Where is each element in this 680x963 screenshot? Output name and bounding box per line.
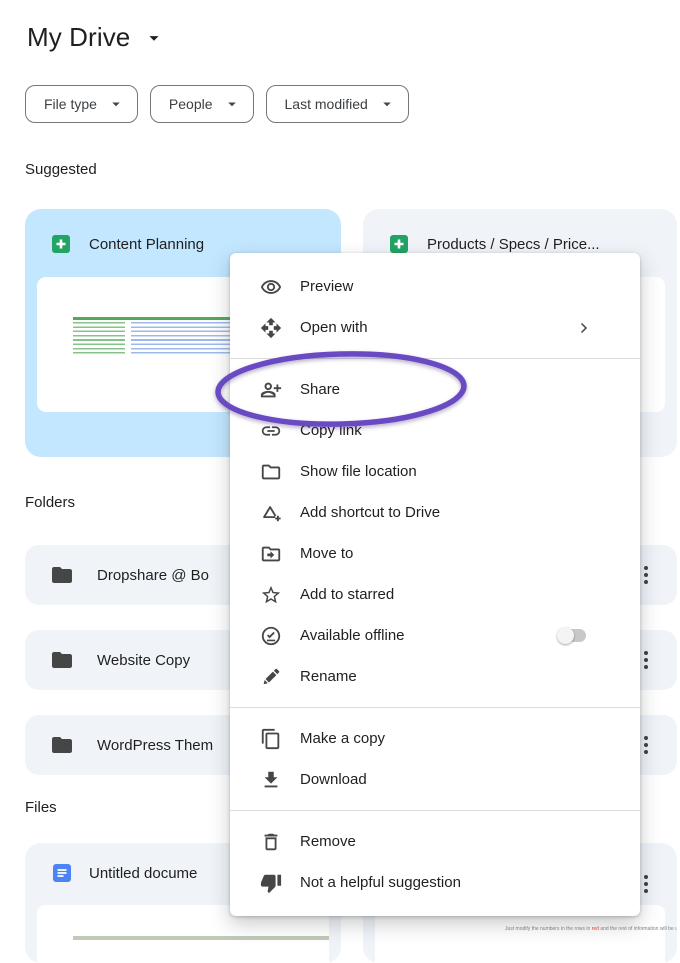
menu-item-make-a-copy[interactable]: Make a copy [230,718,640,759]
folder-icon [50,563,74,587]
files-heading: Files [25,799,57,816]
chevron-down-icon [378,95,396,113]
folder-name: Website Copy [97,652,190,669]
person-add-icon [260,379,282,401]
menu-separator [230,707,640,708]
file-name: Untitled docume [89,865,197,882]
filter-chip-bar: File type People Last modified [25,85,409,123]
card-title: Products / Specs / Price... [427,236,600,253]
download-icon [260,769,282,791]
filter-chip-last-modified[interactable]: Last modified [266,85,409,123]
card-title: Content Planning [89,236,204,253]
menu-item-open-with[interactable]: Open with [230,307,640,348]
folder-name: WordPress Them [97,737,213,754]
eye-icon [260,276,282,298]
pencil-icon [260,666,282,688]
chevron-down-icon [143,27,165,49]
sheets-icon [389,234,409,254]
folders-heading: Folders [25,494,75,511]
filter-chip-people[interactable]: People [150,85,254,123]
folder-icon [50,648,74,672]
menu-separator [230,358,640,359]
my-drive-dropdown[interactable]: My Drive [27,22,165,53]
open-with-icon [260,317,282,339]
folder-name: Dropshare @ Bo [97,567,209,584]
add-to-drive-icon [260,502,282,524]
folder-icon [260,461,282,483]
menu-item-not-a-helpful-suggestion[interactable]: Not a helpful suggestion [230,862,640,903]
more-options-icon[interactable] [639,649,653,671]
thumb-down-icon [260,872,282,894]
filter-chip-file-type[interactable]: File type [25,85,138,123]
page-title: My Drive [27,22,130,53]
star-icon [260,584,282,606]
menu-item-add-to-starred[interactable]: Add to starred [230,574,640,615]
menu-item-rename[interactable]: Rename [230,656,640,697]
chevron-right-icon [574,319,592,337]
menu-item-copy-link[interactable]: Copy link [230,410,640,451]
menu-item-remove[interactable]: Remove [230,821,640,862]
menu-item-download[interactable]: Download [230,759,640,800]
chevron-down-icon [223,95,241,113]
document-preview [73,936,329,940]
copy-icon [260,728,282,750]
offline-pin-icon [260,625,282,647]
menu-item-share[interactable]: Share [230,369,640,410]
trash-icon [260,831,282,853]
menu-item-preview[interactable]: Preview [230,266,640,307]
menu-item-add-shortcut-to-drive[interactable]: Add shortcut to Drive [230,492,640,533]
chevron-down-icon [107,95,125,113]
menu-item-available-offline[interactable]: Available offline [230,615,640,656]
menu-item-show-file-location[interactable]: Show file location [230,451,640,492]
link-icon [260,420,282,442]
docs-icon [52,863,72,883]
menu-item-move-to[interactable]: Move to [230,533,640,574]
folder-move-icon [260,543,282,565]
more-options-icon[interactable] [639,873,653,895]
folder-icon [50,733,74,757]
more-options-icon[interactable] [639,564,653,586]
sheets-icon [51,234,71,254]
more-options-icon[interactable] [639,734,653,756]
available-offline-toggle[interactable] [559,629,586,642]
menu-separator [230,810,640,811]
suggested-heading: Suggested [25,161,97,178]
context-menu: Preview Open with Share Copy link Show f… [230,253,640,916]
